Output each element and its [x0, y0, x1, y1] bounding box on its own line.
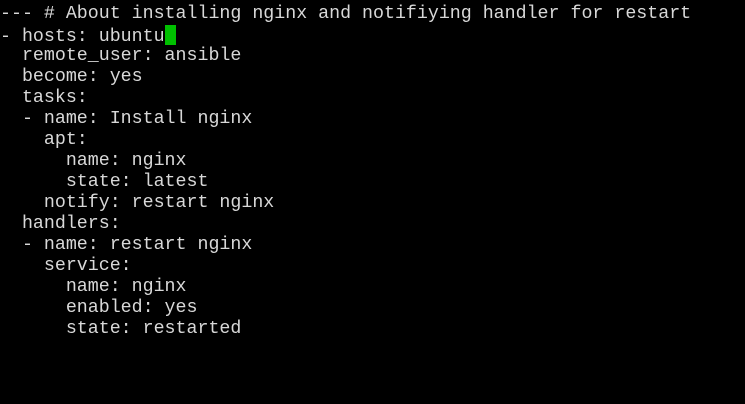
code-line-14: name: nginx — [0, 277, 187, 297]
code-line-2-text: - hosts: ubuntu — [0, 27, 165, 47]
code-line-6: - name: Install nginx — [0, 109, 253, 129]
terminal-window[interactable]: --- # About installing nginx and notifiy… — [0, 0, 745, 404]
editor-text-area[interactable]: --- # About installing nginx and notifiy… — [0, 4, 691, 340]
code-line-9: state: latest — [0, 172, 209, 192]
code-line-2: - hosts: ubuntu — [0, 25, 691, 47]
code-line-15: enabled: yes — [0, 298, 198, 318]
code-line-11: handlers: — [0, 214, 121, 234]
code-line-4: become: yes — [0, 67, 143, 87]
code-line-16: state: restarted — [0, 319, 242, 339]
text-cursor — [164, 25, 176, 45]
code-line-5: tasks: — [0, 88, 88, 108]
code-line-8: name: nginx — [0, 151, 187, 171]
code-line-13: service: — [0, 256, 132, 276]
code-line-10: notify: restart nginx — [0, 193, 275, 213]
code-line-3: remote_user: ansible — [0, 46, 242, 66]
code-line-1: --- # About installing nginx and notifiy… — [0, 4, 692, 24]
code-line-12: - name: restart nginx — [0, 235, 253, 255]
code-line-7: apt: — [0, 130, 88, 150]
